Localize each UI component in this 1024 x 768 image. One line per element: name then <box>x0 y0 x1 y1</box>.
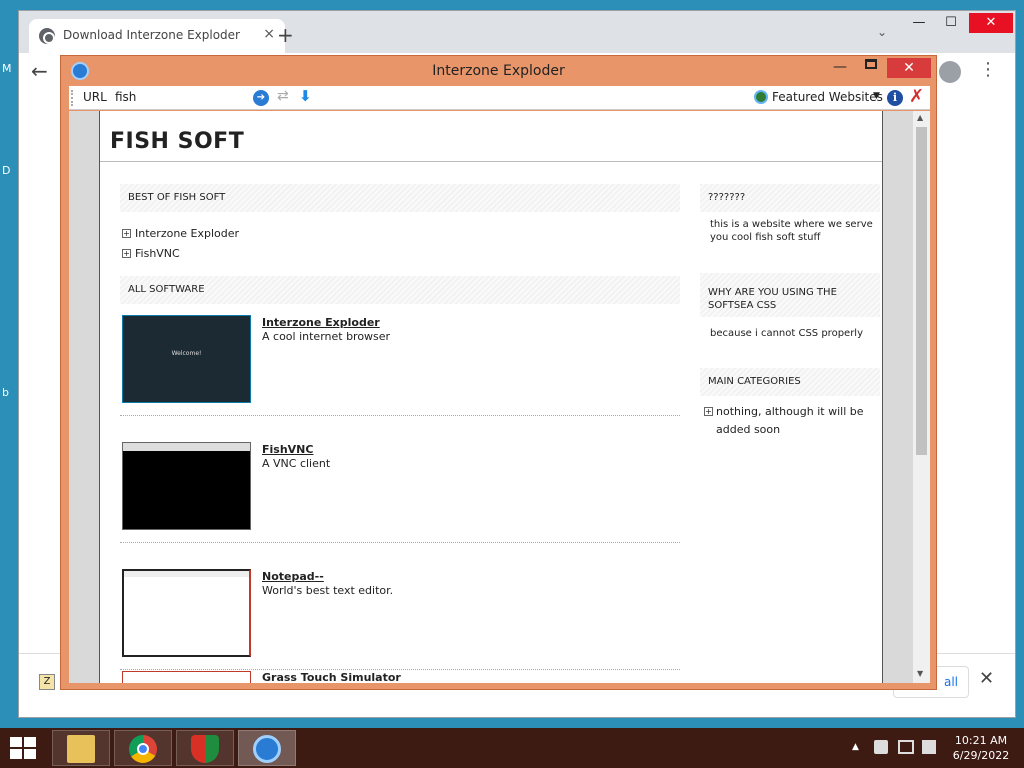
interzone-screenshot[interactable]: Welcome! <box>122 315 251 403</box>
category-item[interactable]: + nothing, although it will be added soon <box>704 403 874 439</box>
volume-muted-icon[interactable] <box>874 740 888 754</box>
go-arrow-icon[interactable]: ➔ <box>253 90 269 106</box>
iz-window-title: Interzone Exploder <box>432 63 565 79</box>
fishsoft-page: FISH SOFT BEST OF FISH SOFT + Interzone E… <box>99 111 883 683</box>
site-title: FISH SOFT <box>110 129 245 154</box>
separator <box>120 542 680 543</box>
all-software-header: ALL SOFTWARE <box>120 276 680 304</box>
title-divider <box>100 161 882 162</box>
desktop-icon-label: D <box>2 164 11 177</box>
chrome-close-button[interactable]: ✕ <box>969 13 1013 33</box>
stop-icon[interactable]: ✗ <box>909 86 924 107</box>
notepad-screenshot[interactable] <box>122 569 251 657</box>
sidebar-header-css: WHY ARE YOU USING THE SOFTSEA CSS <box>700 273 880 317</box>
software-link-grass-touch[interactable]: Grass Touch Simulator <box>262 671 401 683</box>
iz-close-button[interactable]: ✕ <box>887 58 931 78</box>
zip-file-icon[interactable]: Z <box>39 674 55 690</box>
globe-icon <box>39 28 55 44</box>
scroll-down-icon[interactable]: ▼ <box>917 669 923 678</box>
shield-icon <box>191 735 219 763</box>
chrome-icon <box>129 735 157 763</box>
grass-touch-screenshot[interactable] <box>122 671 251 683</box>
software-desc: World's best text editor. <box>262 584 394 597</box>
taskbar-security[interactable] <box>176 730 234 766</box>
toolbar-grip-icon[interactable] <box>71 90 73 106</box>
back-arrow-icon[interactable]: ← <box>31 59 48 83</box>
best-item-interzone[interactable]: + Interzone Exploder <box>122 227 239 240</box>
windows-start-icon[interactable] <box>10 737 38 761</box>
iz-minimize-button[interactable]: — <box>833 59 847 75</box>
chrome-maximize-button[interactable]: ☐ <box>935 13 967 33</box>
interzone-exploder-window: Interzone Exploder — ✕ URL fish ➔ ⇄ ⬇ Fe… <box>60 55 937 690</box>
expand-icon: + <box>122 229 131 238</box>
separator <box>120 415 680 416</box>
profile-avatar-icon[interactable] <box>939 61 961 83</box>
refresh-icon[interactable]: ⇄ <box>277 88 289 104</box>
tab-search-icon[interactable]: ⌄ <box>877 25 887 39</box>
action-center-flag-icon[interactable] <box>922 740 936 754</box>
download-arrow-icon[interactable]: ⬇ <box>299 87 312 105</box>
taskbar: ▲ 10:21 AM 6/29/2022 <box>0 728 1024 768</box>
fishvnc-screenshot[interactable] <box>122 442 251 530</box>
software-link-interzone[interactable]: Interzone Exploder <box>262 316 380 329</box>
taskbar-file-explorer[interactable] <box>52 730 110 766</box>
taskbar-interzone-exploder[interactable] <box>238 730 296 766</box>
url-input[interactable]: fish <box>115 90 136 104</box>
software-link-notepad[interactable]: Notepad-- <box>262 570 324 583</box>
best-item-fishvnc[interactable]: + FishVNC <box>122 247 180 260</box>
featured-globe-icon <box>754 90 768 104</box>
featured-websites-button[interactable]: Featured Websites <box>772 90 883 104</box>
sidebar-header-categories: MAIN CATEGORIES <box>700 368 880 396</box>
expand-icon: + <box>704 407 713 416</box>
separator <box>120 669 680 670</box>
iz-viewport: FISH SOFT BEST OF FISH SOFT + Interzone E… <box>69 111 930 683</box>
best-of-header: BEST OF FISH SOFT <box>120 184 680 212</box>
vertical-scrollbar[interactable]: ▲ ▼ <box>913 111 930 683</box>
scroll-up-icon[interactable]: ▲ <box>917 113 923 122</box>
software-link-fishvnc[interactable]: FishVNC <box>262 443 313 456</box>
chevron-down-icon[interactable]: ▼ <box>873 91 880 101</box>
sidebar-header-question: ??????? <box>700 184 880 212</box>
software-desc: A cool internet browser <box>262 330 391 343</box>
iz-maximize-button[interactable] <box>865 59 877 69</box>
network-icon[interactable] <box>898 740 914 754</box>
software-desc: A VNC client <box>262 457 331 470</box>
info-icon[interactable]: i <box>887 90 903 106</box>
folder-icon <box>67 735 95 763</box>
sidebar-text-about: this is a website where we serve you coo… <box>710 219 873 243</box>
sidebar-text-css: because i cannot CSS properly <box>710 328 864 339</box>
system-clock[interactable]: 10:21 AM 6/29/2022 <box>948 733 1014 763</box>
url-toolbar: URL fish ➔ ⇄ ⬇ Featured Websites ▼ i ✗ <box>69 86 930 110</box>
tab-close-icon[interactable]: × <box>263 26 275 42</box>
expand-icon: + <box>122 249 131 258</box>
kebab-menu-icon[interactable]: ⋮ <box>979 59 997 80</box>
taskbar-chrome[interactable] <box>114 730 172 766</box>
new-tab-icon[interactable]: + <box>277 23 294 47</box>
desktop-icon-label: M <box>2 62 12 75</box>
tab-title: Download Interzone Exploder <box>63 28 240 42</box>
chrome-minimize-button[interactable]: — <box>903 13 935 33</box>
download-bar-close-icon[interactable]: ✕ <box>979 668 994 689</box>
url-label: URL <box>83 90 107 104</box>
scroll-thumb[interactable] <box>916 127 927 455</box>
chrome-tab[interactable]: Download Interzone Exploder × <box>29 19 285 53</box>
interzone-logo-icon <box>253 735 281 763</box>
iz-titlebar[interactable]: Interzone Exploder — ✕ <box>61 56 936 86</box>
desktop-icon-label: b <box>2 386 9 399</box>
tray-expand-icon[interactable]: ▲ <box>852 742 859 752</box>
